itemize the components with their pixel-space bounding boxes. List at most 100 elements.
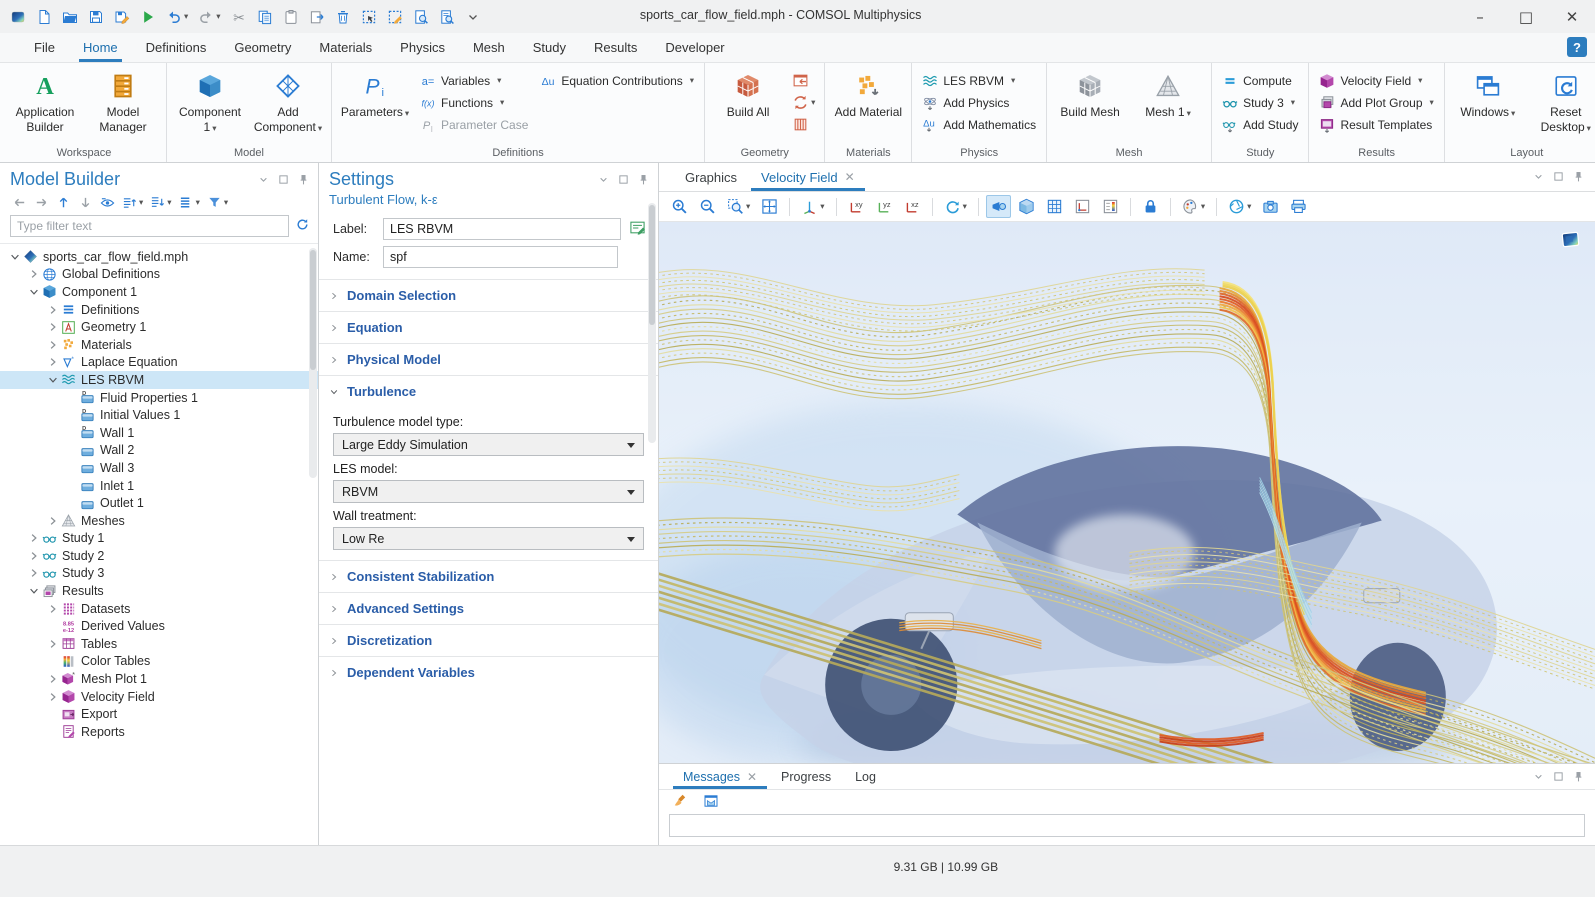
tree-node-definitions[interactable]: Definitions: [0, 301, 318, 319]
move-down-button[interactable]: [76, 194, 95, 211]
dropdown-wall-treatment[interactable]: Low Re: [333, 527, 644, 550]
tree-node-color-tables[interactable]: Color Tables: [0, 653, 318, 671]
comsol-logo-button[interactable]: [6, 6, 30, 28]
tree-node-mesh-plot-1[interactable]: *Mesh Plot 1: [0, 670, 318, 688]
tree-node-results[interactable]: Results: [0, 582, 318, 600]
panel-menu-icon[interactable]: [1532, 170, 1545, 183]
panel-float-icon[interactable]: [1552, 170, 1565, 183]
ribbon-button-add-study[interactable]: Add Study: [1218, 114, 1302, 135]
ribbon-button-parameter-case[interactable]: P|Parameter Case: [416, 114, 532, 135]
ribbon-button-mesh-1[interactable]: Mesh 1▾: [1131, 67, 1205, 120]
nav-forward-button[interactable]: [32, 194, 51, 211]
tree-node-wall-1[interactable]: DWall 1: [0, 424, 318, 442]
go-to-view-button[interactable]: ▾: [797, 195, 828, 218]
tree-expand-icon[interactable]: [46, 374, 60, 386]
model-tree-filter-button[interactable]: ▾: [205, 194, 230, 211]
menu-tab-study[interactable]: Study: [519, 33, 580, 62]
tree-node-reports[interactable]: Reports: [0, 723, 318, 741]
tree-node-datasets[interactable]: Datasets: [0, 600, 318, 618]
lock-axes-button[interactable]: [1138, 195, 1163, 218]
tree-expand-icon[interactable]: [46, 691, 60, 703]
ribbon-button-build-mesh[interactable]: Build Mesh: [1053, 67, 1127, 120]
environment-button[interactable]: ▾: [1224, 195, 1255, 218]
tree-filter-input[interactable]: [10, 215, 289, 237]
ribbon-button-les-rbvm[interactable]: LES RBVM▾: [918, 70, 1040, 91]
ribbon-button-model-manager[interactable]: Model Manager: [86, 67, 160, 135]
tree-node-derived-values[interactable]: 8.85e-12Derived Values: [0, 617, 318, 635]
ribbon-button-functions[interactable]: f(x)Functions▾: [416, 92, 532, 113]
panel-pin-icon[interactable]: [1572, 770, 1585, 783]
menu-tab-materials[interactable]: Materials: [305, 33, 386, 62]
nav-back-button[interactable]: [10, 194, 29, 211]
section-discretization[interactable]: Discretization: [319, 624, 658, 656]
duplicate-button[interactable]: [305, 6, 329, 28]
panel-pin-icon[interactable]: [637, 173, 650, 186]
tree-node-wall-3[interactable]: Wall 3: [0, 459, 318, 477]
save-button[interactable]: [84, 6, 108, 28]
tree-expand-icon[interactable]: [46, 339, 60, 351]
label-input[interactable]: [383, 218, 621, 240]
tab-log[interactable]: Log: [843, 764, 888, 789]
tree-scrollbar[interactable]: [310, 250, 316, 370]
save-as-button[interactable]: [110, 6, 134, 28]
show-grid-button[interactable]: [1042, 195, 1067, 218]
tab-progress[interactable]: Progress: [769, 764, 843, 789]
tree-node-global-definitions[interactable]: Global Definitions: [0, 266, 318, 284]
panel-float-icon[interactable]: [1552, 770, 1565, 783]
tree-node-meshes[interactable]: Meshes: [0, 512, 318, 530]
ribbon-button-parameters[interactable]: PiParameters▾: [338, 67, 412, 120]
tree-expand-icon[interactable]: [46, 638, 60, 650]
new-file-button[interactable]: [32, 6, 56, 28]
maximize-button[interactable]: □: [1503, 0, 1549, 33]
menu-tab-developer[interactable]: Developer: [651, 33, 738, 62]
open-file-button[interactable]: [58, 6, 82, 28]
section-physical-model[interactable]: Physical Model: [319, 343, 658, 375]
tree-node-materials[interactable]: Materials: [0, 336, 318, 354]
rebuild-button[interactable]: ▾: [789, 92, 818, 113]
menu-tab-physics[interactable]: Physics: [386, 33, 459, 62]
undo-button[interactable]: ▾: [162, 6, 192, 28]
tab-velocity-field[interactable]: Velocity Field✕: [749, 163, 867, 191]
select-box-button[interactable]: [357, 6, 381, 28]
tree-expand-icon[interactable]: [46, 515, 60, 527]
tree-node-les-rbvm[interactable]: LES RBVM: [0, 371, 318, 389]
ribbon-button-equation-contributions[interactable]: ΔuEquation Contributions▾: [536, 70, 698, 91]
deselect-box-button[interactable]: [383, 6, 407, 28]
menu-tab-file[interactable]: File: [20, 33, 69, 62]
dropdown-turbulence-model-type[interactable]: Large Eddy Simulation: [333, 433, 644, 456]
close-button[interactable]: ✕: [1549, 0, 1595, 33]
find-replace-button[interactable]: [435, 6, 459, 28]
section-advanced-settings[interactable]: Advanced Settings: [319, 592, 658, 624]
menu-tab-results[interactable]: Results: [580, 33, 651, 62]
tree-node-outlet-1[interactable]: Outlet 1: [0, 494, 318, 512]
tree-node-export[interactable]: Export: [0, 705, 318, 723]
menu-tab-geometry[interactable]: Geometry: [220, 33, 305, 62]
ribbon-button-application-builder[interactable]: AApplication Builder: [8, 67, 82, 135]
view-yz-button[interactable]: yz: [872, 195, 897, 218]
transparency-button[interactable]: [1014, 195, 1039, 218]
panel-float-icon[interactable]: [277, 173, 290, 186]
help-button[interactable]: ?: [1567, 37, 1587, 57]
menu-tab-home[interactable]: Home: [69, 33, 132, 62]
panel-menu-icon[interactable]: [597, 173, 610, 186]
zoom-box-button[interactable]: ▾: [723, 195, 754, 218]
collapse-tree-button[interactable]: ▾: [148, 194, 173, 211]
settings-scrollbar[interactable]: [649, 205, 655, 325]
zoom-extents-button[interactable]: [757, 195, 782, 218]
scene-light-button[interactable]: [986, 195, 1011, 218]
ribbon-button-add-component[interactable]: Add Component▾: [251, 67, 325, 135]
clear-messages-button[interactable]: [669, 790, 693, 812]
tree-expand-icon[interactable]: [8, 251, 22, 263]
qat-overflow-button[interactable]: [461, 6, 485, 28]
tree-expand-icon[interactable]: [46, 673, 60, 685]
view-xy-button[interactable]: xy: [844, 195, 869, 218]
section-dependent-variables[interactable]: Dependent Variables: [319, 656, 658, 688]
tree-node-component-1[interactable]: Component 1: [0, 283, 318, 301]
message-window-button[interactable]: [699, 790, 723, 812]
name-input[interactable]: [383, 246, 618, 268]
tree-expand-icon[interactable]: [27, 286, 41, 298]
panel-pin-icon[interactable]: [297, 173, 310, 186]
rename-label-icon[interactable]: [629, 219, 646, 239]
zoom-out-button[interactable]: [695, 195, 720, 218]
tree-node-initial-values-1[interactable]: DInitial Values 1: [0, 406, 318, 424]
